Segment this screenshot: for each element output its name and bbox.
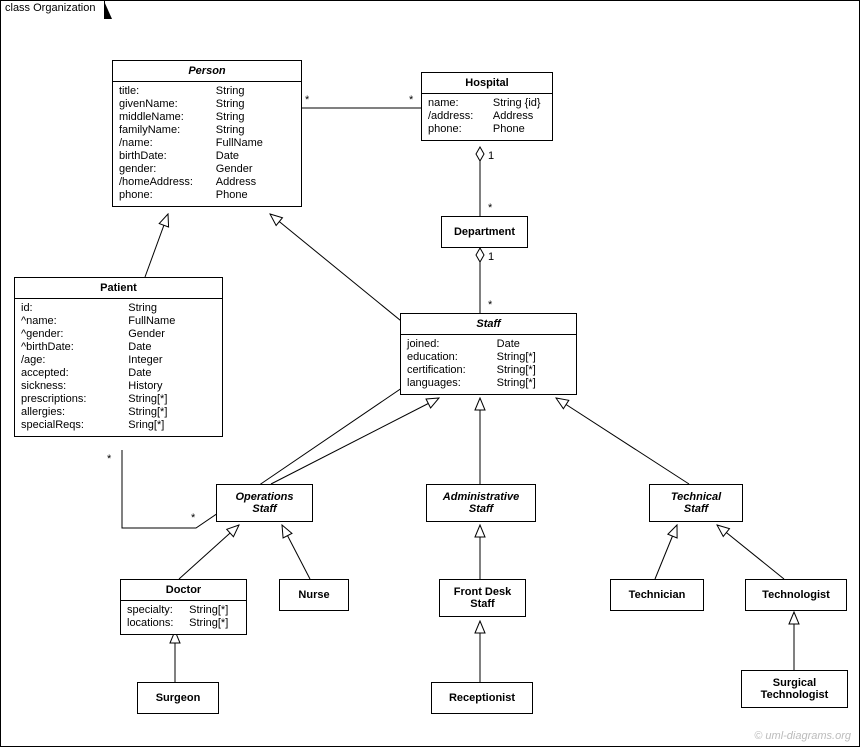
class-receptionist-name: Receptionist — [432, 683, 532, 713]
class-front-desk-staff-name: Front Desk Staff — [440, 580, 525, 616]
class-staff: Staff joined:Dateeducation:String[*]cert… — [400, 313, 577, 395]
class-surgeon-name: Surgeon — [138, 683, 218, 713]
mult-patient-side: * — [107, 453, 111, 465]
class-department-name: Department — [442, 217, 527, 247]
class-doctor: Doctor specialty:String[*]locations:Stri… — [120, 579, 247, 635]
class-staff-body: joined:Dateeducation:String[*]certificat… — [401, 335, 576, 394]
class-person-body: title:StringgivenName:StringmiddleName:S… — [113, 82, 301, 206]
mult-dept-staff: 1 — [488, 251, 494, 263]
class-patient-name: Patient — [15, 278, 222, 299]
class-hospital-name: Hospital — [422, 73, 552, 94]
class-front-desk-staff: Front Desk Staff — [439, 579, 526, 617]
class-person-name: Person — [113, 61, 301, 82]
class-surgical-technologist-name: Surgical Technologist — [742, 671, 847, 707]
class-staff-name: Staff — [401, 314, 576, 335]
class-patient-body: id:String^name:FullName^gender:Gender^bi… — [15, 299, 222, 436]
class-doctor-body: specialty:String[*]locations:String[*] — [121, 601, 246, 634]
class-surgeon: Surgeon — [137, 682, 219, 714]
mult-hospital-dept: 1 — [488, 150, 494, 162]
mult-staff-top: * — [488, 299, 492, 311]
class-person: Person title:StringgivenName:Stringmiddl… — [112, 60, 302, 207]
mult-person-side: * — [305, 94, 309, 106]
class-hospital: Hospital name:String {id}/address:Addres… — [421, 72, 553, 141]
class-administrative-staff: Administrative Staff — [426, 484, 536, 522]
class-administrative-staff-name: Administrative Staff — [427, 485, 535, 521]
class-surgical-technologist: Surgical Technologist — [741, 670, 848, 708]
class-receptionist: Receptionist — [431, 682, 533, 714]
class-technologist-name: Technologist — [746, 580, 846, 610]
class-technical-staff: Technical Staff — [649, 484, 743, 522]
class-technician-name: Technician — [611, 580, 703, 610]
class-department: Department — [441, 216, 528, 248]
class-operations-staff-name: Operations Staff — [217, 485, 312, 521]
mult-staff-side: * — [191, 512, 195, 524]
class-doctor-name: Doctor — [121, 580, 246, 601]
class-technical-staff-name: Technical Staff — [650, 485, 742, 521]
diagram-frame: class Organization — [0, 0, 860, 747]
mult-hospital-side: * — [409, 94, 413, 106]
frame-label: class Organization — [5, 2, 96, 14]
frame-tab: class Organization — [0, 0, 105, 19]
class-operations-staff: Operations Staff — [216, 484, 313, 522]
class-patient: Patient id:String^name:FullName^gender:G… — [14, 277, 223, 437]
class-nurse: Nurse — [279, 579, 349, 611]
mult-dept-top: * — [488, 202, 492, 214]
class-hospital-body: name:String {id}/address:Addressphone:Ph… — [422, 94, 552, 140]
class-nurse-name: Nurse — [280, 580, 348, 610]
class-technologist: Technologist — [745, 579, 847, 611]
watermark: © uml-diagrams.org — [754, 730, 851, 742]
class-technician: Technician — [610, 579, 704, 611]
